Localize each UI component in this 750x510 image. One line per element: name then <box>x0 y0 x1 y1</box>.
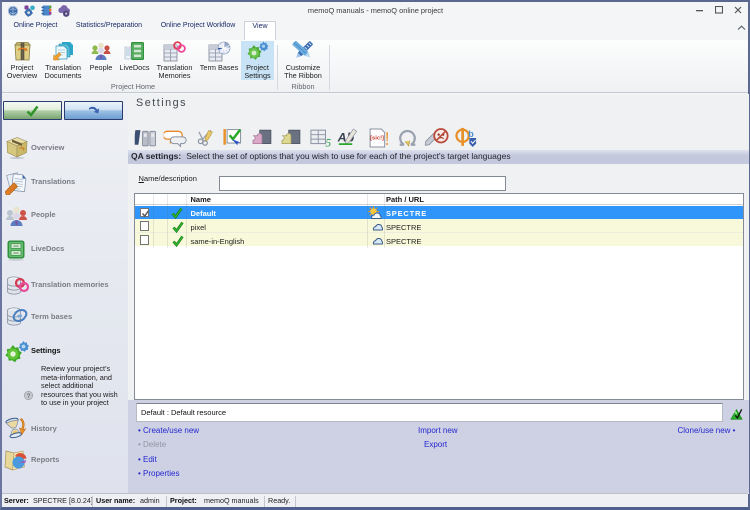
svg-text:?: ? <box>27 392 31 399</box>
svg-text:5: 5 <box>325 137 331 149</box>
svg-text:b: b <box>468 128 474 138</box>
svg-text:[sic!]: [sic!] <box>370 135 384 141</box>
